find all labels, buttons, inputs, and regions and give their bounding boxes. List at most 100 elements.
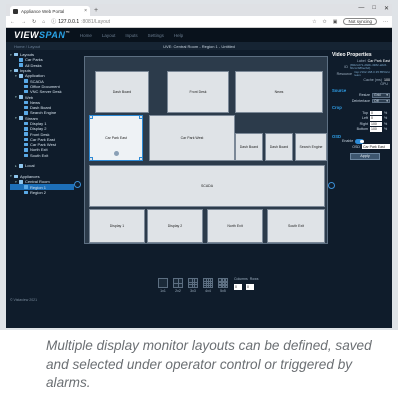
folder-icon [19,95,23,99]
collapse-tree-handle[interactable] [74,181,81,188]
url-host: 127.0.0.1 [58,18,80,25]
layout-preset-2x2[interactable]: 2x2 [173,278,183,293]
move-handle-icon[interactable] [113,151,119,156]
input-icon [24,105,28,110]
monitor-tile[interactable]: Front Desk [167,71,229,113]
layout-preset-3x3[interactable]: 3x3 [188,278,198,293]
folder-icon [19,74,23,78]
input-icon [24,185,28,189]
nav-layout[interactable]: Layout [102,33,116,38]
tree-item-label: Web [25,94,34,100]
favorites-icon[interactable]: ✩ [323,19,327,25]
apply-button[interactable]: Apply [350,152,380,160]
sub-bar: Home / Layout UVE: Central Room - Region… [6,42,392,50]
tree-item-label: VNC Server Desk [30,89,62,95]
input-icon [24,84,28,89]
tab-title: Appliance Web Portal [21,8,65,14]
columns-label: Columns [234,277,248,281]
monitor-tile[interactable]: SCADA [89,165,325,207]
chevron-down-icon: ▾ [386,98,388,103]
url-field[interactable]: ⓘ 127.0.0.1:8081/Layout [51,18,306,26]
favorite-star-icon[interactable]: ☆ [312,19,316,25]
tree-item-label: Car Park East [30,136,55,142]
collapse-props-handle[interactable] [328,182,335,189]
new-tab-button[interactable]: + [94,6,98,16]
nav-inputs[interactable]: Inputs [125,33,137,38]
input-icon [24,153,28,158]
tree-item-label: Display 1 [30,121,47,126]
monitor-tile[interactable]: South Exit [267,209,325,243]
resize-handle[interactable] [89,157,93,161]
crop-input[interactable]: 100 [370,127,382,132]
layout-editor: ▾ Layouts Car Parks All Desks ▾ Inputs ▾ Applic… [6,50,392,328]
layout-presets: 1x1 2x2 3x3 4x4 5x5 [158,278,228,293]
maximize-icon[interactable]: □ [372,5,376,12]
monitor-tile[interactable]: Dash Board [265,133,293,161]
monitor-tile[interactable]: Display 1 [89,209,145,243]
input-icon [19,58,23,62]
tree-item-label: Car Parks [25,57,43,63]
grid-icon [158,278,168,288]
input-icon [24,148,28,152]
monitor-tile[interactable]: Search Engine [295,133,327,161]
caption: Multiple display monitor layouts can be … [46,338,372,390]
video-properties-panel: Video Properties Label Car Park East ID {8… [332,52,390,160]
tree-item-label: Front Desk [30,131,50,137]
monitor-tile[interactable]: Display 2 [147,209,203,243]
browser-tab[interactable]: Appliance Web Portal × [10,6,90,16]
gpu-row: GPU [380,81,388,86]
tree-item[interactable]: Region 2 [10,190,74,195]
osd-row: OSD Car Park East [332,144,390,150]
minimize-icon[interactable]: — [358,5,364,12]
resize-handle[interactable] [139,157,143,161]
folder-icon [14,68,18,73]
cache-value: 100 [384,77,390,82]
nav-help[interactable]: Help [174,33,183,38]
resize-select[interactable]: Grid ▾ [372,93,390,98]
monitor-tile[interactable]: Dash Board [95,71,149,113]
deinterlace-select[interactable]: Off ▾ [372,98,390,104]
sync-button[interactable]: Not syncing [343,18,377,25]
tree-item-label: All Desks [25,62,42,68]
chevron-down-icon: ▾ [386,93,388,98]
columns-input[interactable]: 0 [234,284,242,290]
resize-handle[interactable] [139,115,143,119]
nav-home[interactable]: Home [80,33,92,38]
monitor-tile[interactable]: Car Park West [149,115,235,161]
tree-item-label: South Exit [30,152,49,158]
close-tab-icon[interactable]: × [84,8,87,14]
rows-input[interactable]: 0 [246,284,254,290]
menu-icon[interactable]: ··· [383,19,388,25]
home-icon[interactable]: ⌂ [42,19,45,25]
osd-enable-toggle[interactable] [355,139,365,144]
input-icon [24,100,28,105]
input-icon [19,63,23,67]
monitor-tile[interactable]: News [235,71,323,113]
layout-preset-5x5[interactable]: 5x5 [218,278,228,293]
layout-preset-1x1[interactable]: 1x1 [158,278,168,293]
collections-icon[interactable]: ▣ [333,19,338,25]
window-controls: — □ ✕ [358,5,389,12]
forward-icon[interactable]: → [21,19,26,25]
monitor-tile[interactable]: Dash Board [235,133,263,161]
nav-settings[interactable]: Settings [148,33,164,38]
back-icon[interactable]: ← [10,19,15,25]
layout-title: UVE: Central Room - Region 1 - Untitled [163,43,235,49]
folder-icon [14,174,18,179]
resize-handle[interactable] [89,115,93,119]
crop-input[interactable]: 0 [370,116,382,121]
input-icon [24,127,28,131]
layout-preset-4x4[interactable]: 4x4 [203,278,213,293]
osd-text-input[interactable]: Car Park East [362,144,390,150]
crop-input[interactable]: 0 [370,110,382,116]
tree-item-label: Central Room [25,179,50,185]
reload-icon[interactable]: ↻ [32,19,36,25]
rows-label: Rows [249,277,259,281]
monitor-canvas[interactable]: Dash Board Front Desk News Car Park East Car… [84,56,328,244]
close-window-icon[interactable]: ✕ [384,5,389,12]
crop-input[interactable]: 100 [370,121,382,127]
address-bar: ← → ↻ ⌂ ⓘ 127.0.0.1:8081/Layout ☆ ✩ ▣ No… [6,16,392,28]
monitor-tile[interactable]: North Exit [207,209,263,243]
tab-strip: Appliance Web Portal × + — □ ✕ [6,4,392,16]
input-icon [24,121,28,126]
